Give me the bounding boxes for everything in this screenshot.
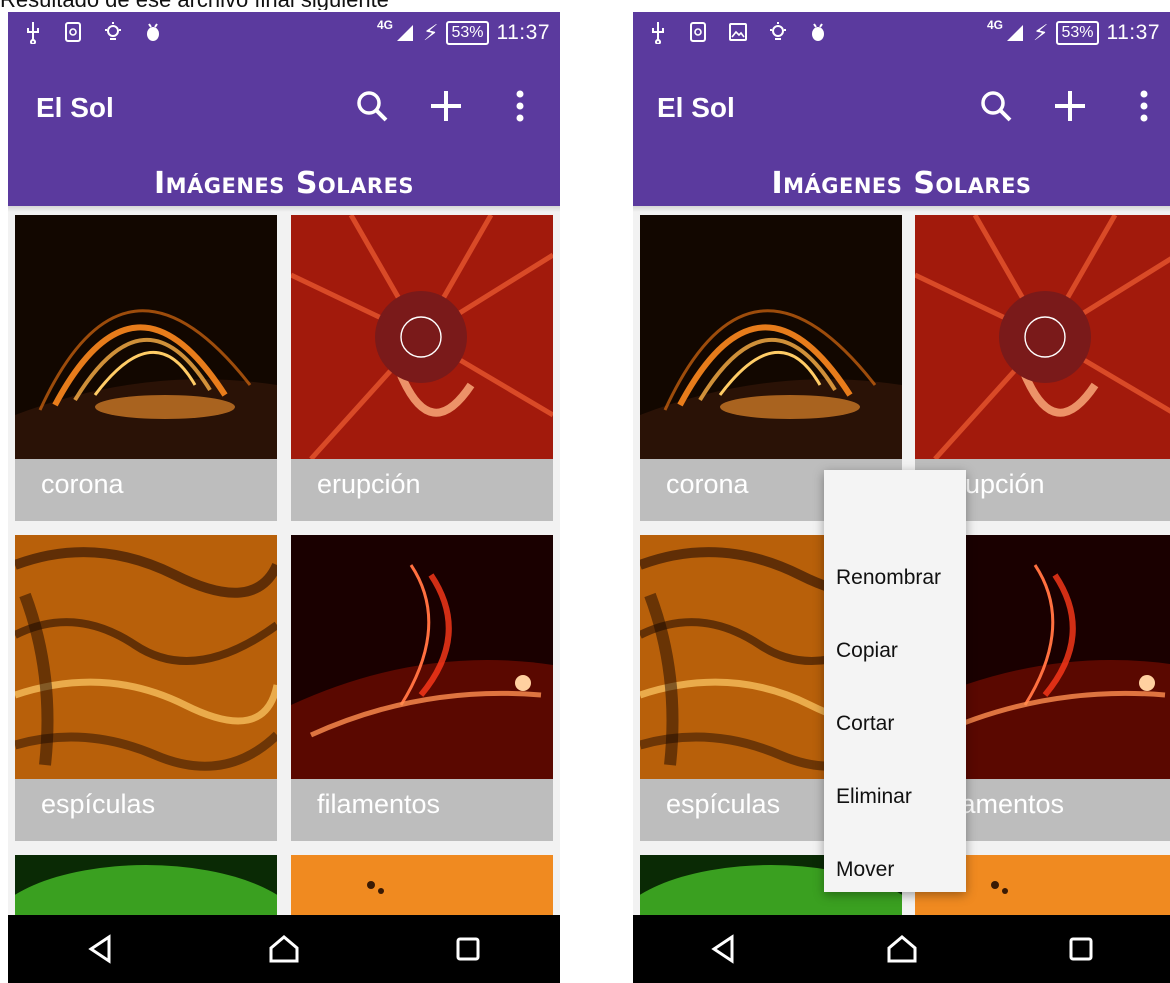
home-icon [887,935,916,963]
recents-button[interactable] [1051,924,1111,974]
signal-icon [1007,25,1024,41]
tile-label: filamentos [317,789,441,819]
charging-icon: ⚡ [423,20,439,45]
usb-icon [652,22,664,44]
battery-level: 53% [446,21,489,45]
app-bar-shadow [8,206,560,212]
navigation-bar [633,915,1170,983]
menu-item-eliminar[interactable]: Eliminar [824,777,966,850]
image-icon [729,23,747,41]
navigation-bar [8,915,560,983]
battery-level: 53% [1056,21,1099,45]
section-banner: Imágenes Solares [153,166,415,201]
recents-icon [1069,937,1092,961]
signal-icon [397,25,414,41]
back-icon [88,934,111,964]
phone-screen-left: 4G ⚡ 53% 11:37 El Sol Imágenes Solares c… [8,12,560,983]
tile-especulas[interactable]: espículas [15,535,277,841]
android-debug-icon [812,23,824,41]
menu-item-cortar[interactable]: Cortar [824,704,966,777]
home-button[interactable] [254,924,314,974]
android-debug-icon [147,23,159,41]
tile-image [640,215,902,459]
sim-card-icon [65,22,81,42]
recents-button[interactable] [438,924,498,974]
network-type: 4G [377,18,394,32]
app-title: El Sol [657,92,735,123]
menu-item-renombrar[interactable]: Renombrar [824,558,966,631]
home-button[interactable] [872,924,932,974]
tile-label: corona [666,469,749,499]
sim-card-icon [690,22,706,42]
back-button[interactable] [693,924,753,974]
phone-screen-right: 4G ⚡ 53% 11:37 El Sol Imágenes Solares c… [633,12,1170,983]
overflow-menu-button[interactable] [500,84,540,128]
lightbulb-icon [770,22,786,40]
context-menu: Renombrar Copiar Cortar Eliminar Mover [824,470,966,892]
search-icon [357,91,388,122]
tile-filamentos[interactable]: filamentos [291,535,553,841]
figure-caption: Resultado de ese archivo final siguiente [0,0,590,10]
section-banner: Imágenes Solares [771,166,1032,201]
menu-item-copiar[interactable]: Copiar [824,631,966,704]
app-title: El Sol [36,92,114,123]
tile-image [15,215,277,459]
app-bar: El Sol Imágenes Solares [633,54,1170,206]
app-bar-shadow [633,206,1170,212]
tile-image [291,535,553,779]
tile-image [15,535,277,779]
search-button[interactable] [976,84,1016,128]
tile-image [291,215,553,459]
tile-label: corona [41,469,124,499]
back-button[interactable] [70,924,130,974]
clock: 11:37 [496,21,550,44]
plus-icon [1055,91,1085,121]
tile-label: espículas [666,789,781,819]
clock: 11:37 [1106,21,1160,44]
usb-icon [27,22,39,44]
tile-label: erupción [317,469,421,499]
lightbulb-icon [105,22,121,40]
search-icon [981,91,1012,122]
search-button[interactable] [352,84,392,128]
charging-icon: ⚡ [1033,20,1049,45]
tile-corona[interactable]: corona [15,215,277,521]
back-icon [710,934,733,964]
menu-item-mover[interactable]: Mover [824,850,966,923]
add-button[interactable] [1050,84,1090,128]
tile-image [915,215,1170,459]
more-vert-icon [1140,90,1148,122]
plus-icon [431,91,461,121]
home-icon [269,935,299,963]
overflow-menu-button[interactable] [1124,84,1164,128]
app-bar: El Sol Imágenes Solares [8,54,560,206]
more-vert-icon [516,90,524,122]
status-bar: 4G ⚡ 53% 11:37 [8,12,560,54]
network-type: 4G [987,18,1004,32]
add-button[interactable] [426,84,466,128]
tile-label: espículas [41,789,156,819]
tile-erupcion[interactable]: erupción [291,215,553,521]
status-bar: 4G ⚡ 53% 11:37 [633,12,1170,54]
recents-icon [456,937,480,961]
